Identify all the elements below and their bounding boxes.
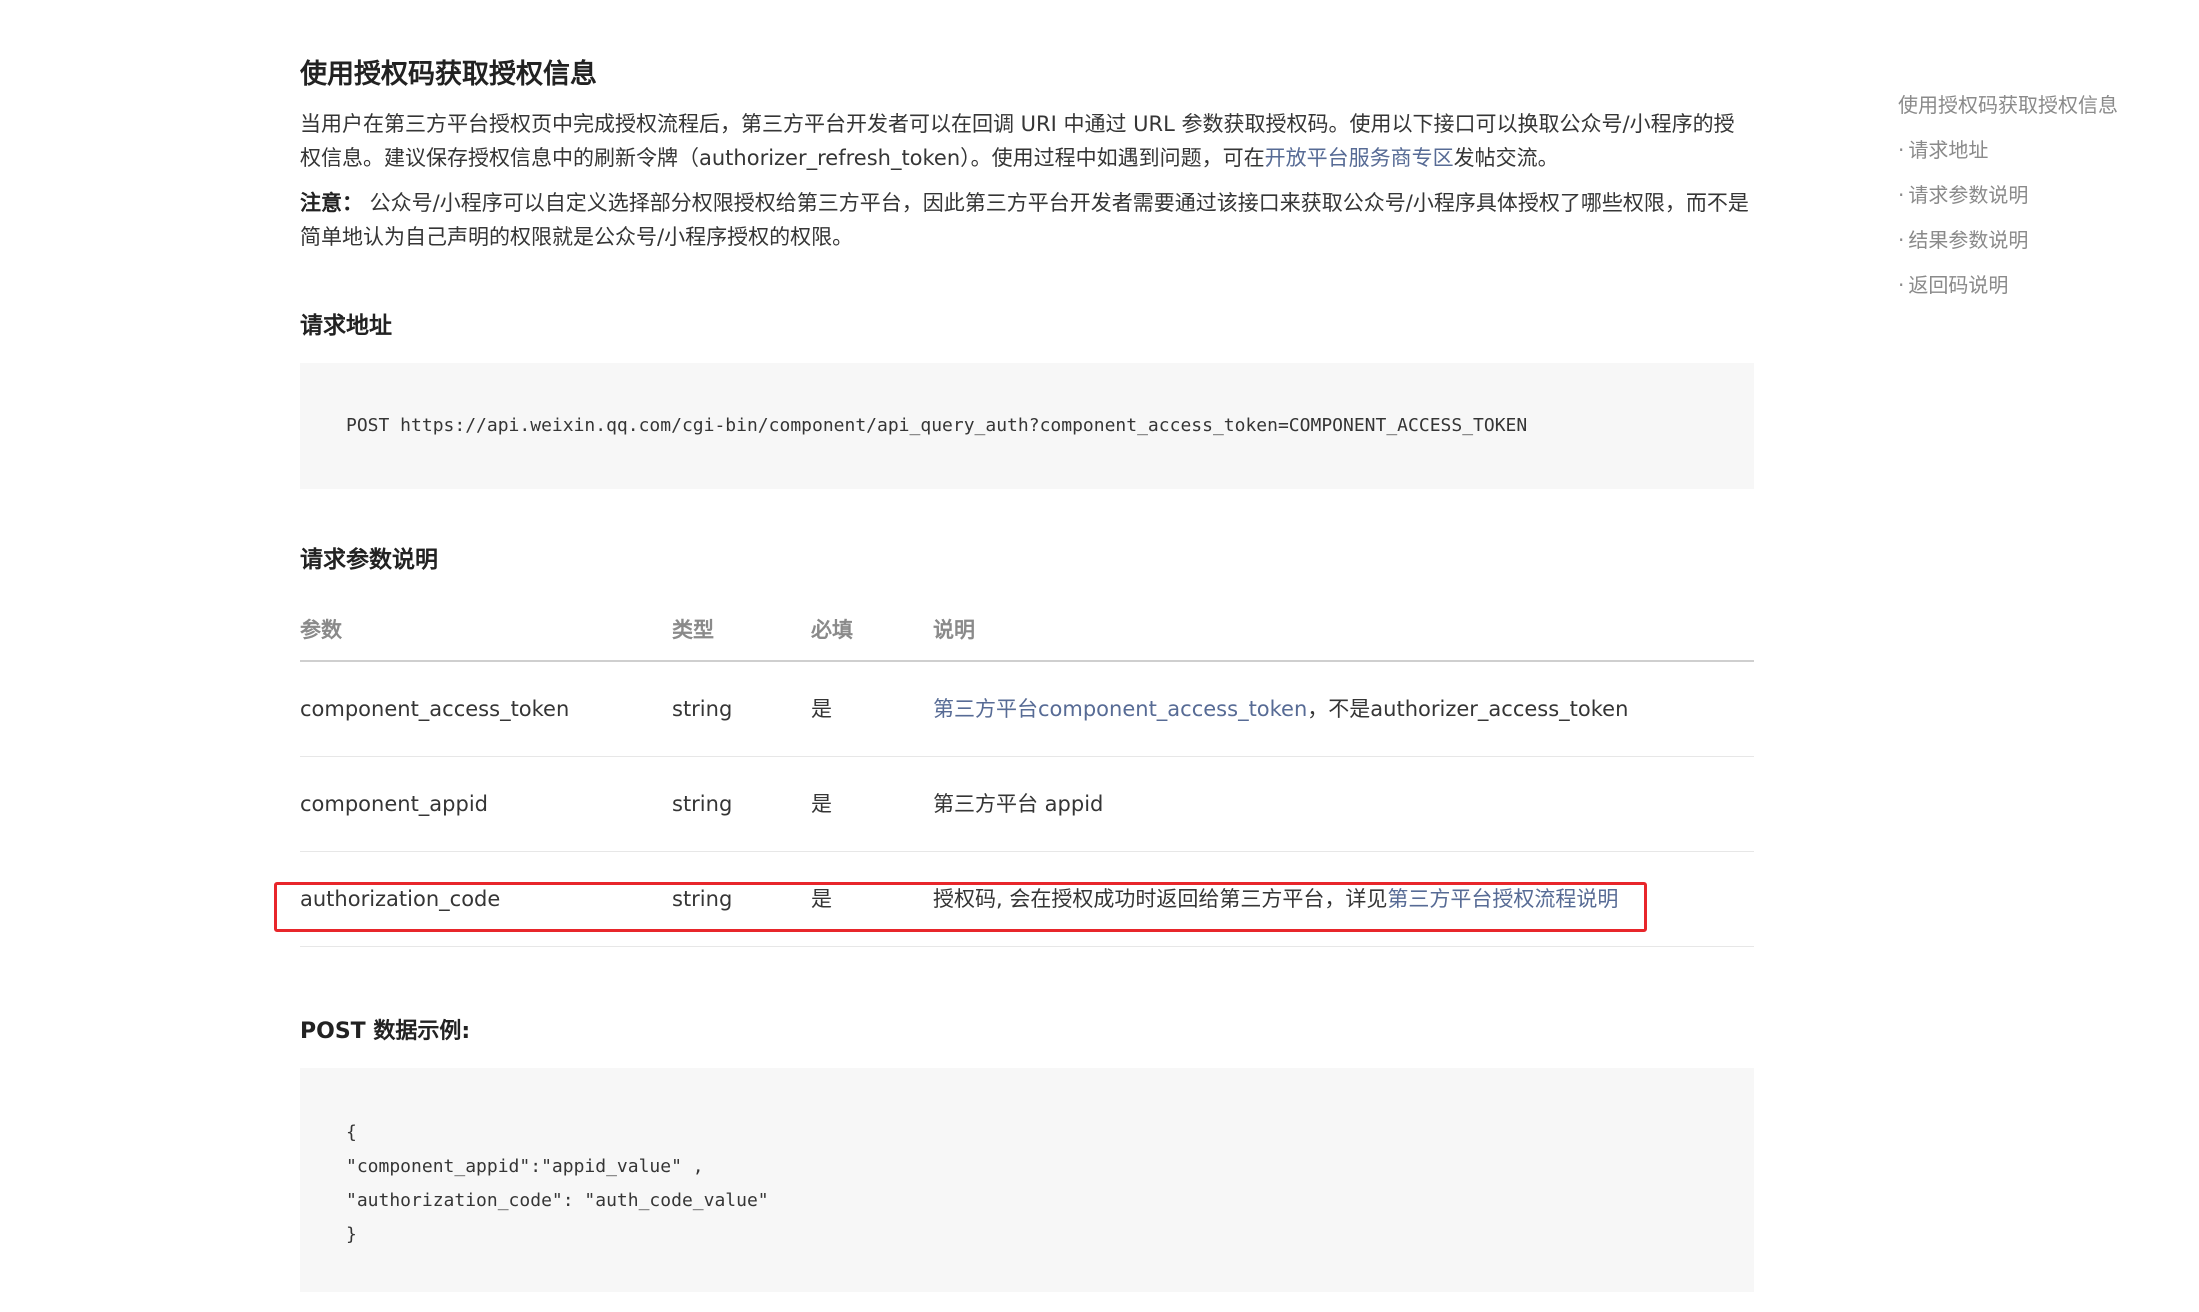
note-label: 注意： bbox=[300, 191, 363, 215]
code-line: "component_appid":"appid_value" , bbox=[346, 1156, 704, 1177]
toc-item-main[interactable]: 使用授权码获取授权信息 bbox=[1898, 88, 2188, 133]
param-name: authorization_code bbox=[300, 887, 501, 911]
note-text: 公众号/小程序可以自定义选择部分权限授权给第三方平台，因此第三方平台开发者需要通… bbox=[300, 191, 1749, 249]
param-type: string bbox=[672, 887, 733, 911]
column-header-required: 必填 bbox=[811, 618, 853, 642]
request-url-text: POST https://api.weixin.qq.com/cgi-bin/c… bbox=[346, 415, 1528, 436]
column-header-type: 类型 bbox=[672, 618, 714, 642]
toc-item-request-params[interactable]: · 请求参数说明 bbox=[1898, 178, 2188, 223]
toc-item-label: 请求参数说明 bbox=[1908, 183, 2029, 207]
toc-item-label: 返回码说明 bbox=[1908, 273, 2009, 297]
auth-flow-doc-link[interactable]: 第三方平台授权流程说明 bbox=[1387, 887, 1618, 911]
table-row: component_access_token string 是 第三方平台com… bbox=[300, 662, 1754, 757]
intro-paragraph: 当用户在第三方平台授权页中完成授权流程后，第三方平台开发者可以在回调 URI 中… bbox=[300, 107, 1754, 175]
table-row: authorization_code string 是 授权码, 会在授权成功时… bbox=[300, 852, 1754, 947]
table-row: component_appid string 是 第三方平台 appid bbox=[300, 757, 1754, 852]
code-line: "authorization_code": "auth_code_value" bbox=[346, 1190, 769, 1211]
param-desc: 授权码, 会在授权成功时返回给第三方平台，详见第三方平台授权流程说明 bbox=[933, 852, 1618, 946]
column-header-param: 参数 bbox=[300, 618, 342, 642]
section-request-params: 请求参数说明 bbox=[300, 547, 438, 573]
param-desc-text: ，不是authorizer_access_token bbox=[1307, 697, 1629, 721]
param-type: string bbox=[672, 697, 733, 721]
param-required: 是 bbox=[811, 887, 832, 911]
code-line: { bbox=[346, 1122, 357, 1143]
component-access-token-link[interactable]: 第三方平台component_access_token bbox=[933, 697, 1307, 721]
request-url-code[interactable]: POST https://api.weixin.qq.com/cgi-bin/c… bbox=[300, 363, 1754, 489]
column-header-desc: 说明 bbox=[933, 618, 975, 642]
table-of-contents: 使用授权码获取授权信息 · 请求地址 · 请求参数说明 · 结果参数说明 · 返回码说明 bbox=[1898, 88, 2188, 313]
table-header: 参数 类型 必填 说明 bbox=[300, 598, 1754, 662]
toc-item-request-url[interactable]: · 请求地址 bbox=[1898, 133, 2188, 178]
params-table: 参数 类型 必填 说明 component_access_token strin… bbox=[300, 598, 1754, 947]
bullet-icon: · bbox=[1898, 273, 1905, 297]
code-line: } bbox=[346, 1224, 357, 1245]
intro-text-end: 发帖交流。 bbox=[1453, 146, 1559, 170]
param-desc: 第三方平台component_access_token，不是authorizer… bbox=[933, 662, 1628, 756]
toc-item-label: 结果参数说明 bbox=[1908, 228, 2029, 252]
param-desc-text: 授权码, 会在授权成功时返回给第三方平台，详见 bbox=[933, 887, 1388, 911]
page-title: 使用授权码获取授权信息 bbox=[300, 59, 597, 90]
bullet-icon: · bbox=[1898, 138, 1905, 162]
section-post-example: POST 数据示例: bbox=[300, 1019, 471, 1044]
param-name: component_appid bbox=[300, 792, 488, 816]
bullet-icon: · bbox=[1898, 228, 1905, 252]
post-example-code[interactable]: { "component_appid":"appid_value" , "aut… bbox=[300, 1068, 1754, 1292]
note-paragraph: 注意： 公众号/小程序可以自定义选择部分权限授权给第三方平台，因此第三方平台开发… bbox=[300, 186, 1754, 254]
param-required: 是 bbox=[811, 697, 832, 721]
section-request-url: 请求地址 bbox=[300, 313, 392, 339]
param-required: 是 bbox=[811, 792, 832, 816]
toc-item-label: 请求地址 bbox=[1908, 138, 1989, 162]
param-name: component_access_token bbox=[300, 697, 570, 721]
service-provider-zone-link[interactable]: 开放平台服务商专区 bbox=[1265, 146, 1454, 170]
toc-item-return-codes[interactable]: · 返回码说明 bbox=[1898, 268, 2188, 313]
param-type: string bbox=[672, 792, 733, 816]
toc-item-result-params[interactable]: · 结果参数说明 bbox=[1898, 223, 2188, 268]
bullet-icon: · bbox=[1898, 183, 1905, 207]
param-desc: 第三方平台 appid bbox=[933, 792, 1104, 816]
